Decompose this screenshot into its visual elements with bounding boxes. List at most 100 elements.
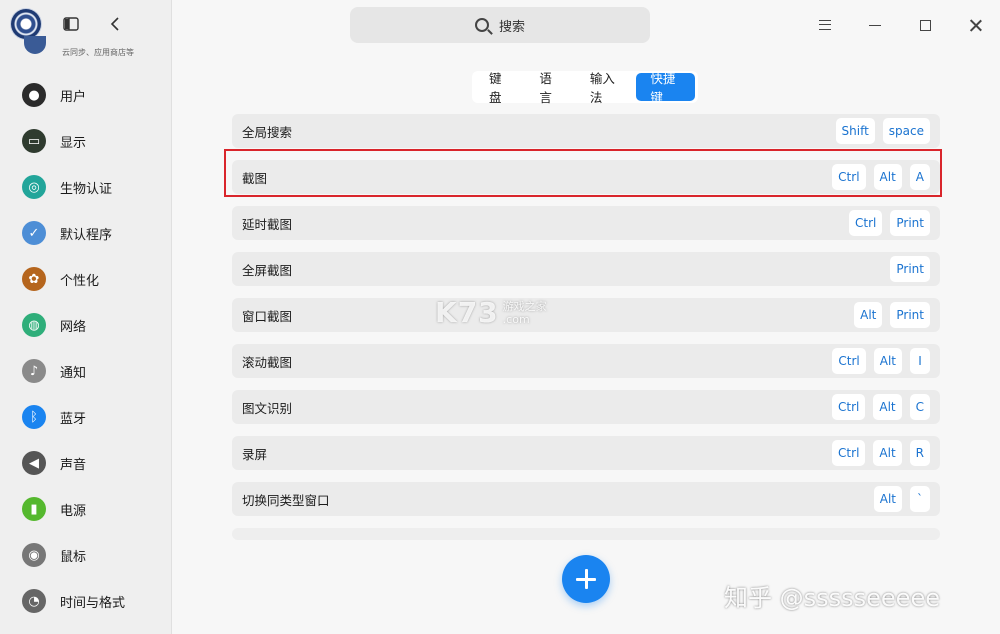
close-button[interactable]: [962, 12, 988, 38]
key-cap: Alt: [854, 302, 883, 328]
sidebar-item-9[interactable]: ▮ 电源: [0, 486, 172, 532]
sidebar-item-label: 蓝牙: [60, 411, 87, 427]
sidebar-item-4[interactable]: ✿ 个性化: [0, 256, 172, 302]
shortcut-row[interactable]: 录屏 Ctrl Alt R: [232, 436, 940, 470]
key-cap: A: [909, 164, 930, 190]
shortcut-name: 滚动截图: [242, 354, 293, 370]
hamburger-menu-icon: [819, 20, 831, 30]
minimize-button[interactable]: [862, 12, 888, 38]
minimize-icon: [869, 24, 881, 26]
maximize-button[interactable]: [912, 12, 938, 38]
clock-icon: ◔: [22, 589, 46, 613]
key-cap: Print: [890, 302, 930, 328]
mouse-icon: ◉: [22, 543, 46, 567]
sidebar-nav: ● 用户 ▭ 显示 ◎ 生物认证 ✓ 默认程序 ✿ 个性化 ◍ 网络 ♪ 通知 ᛒ 蓝牙 ◀ 声音 ▮ 电源 ◉ 鼠标 ◔ 时…: [0, 72, 172, 624]
shortcut-row[interactable]: 全屏截图 Print: [232, 252, 940, 286]
sidebar-item-0[interactable]: ● 用户: [0, 72, 172, 118]
search-input[interactable]: 搜索: [350, 7, 650, 43]
sidebar-item-label: 电源: [60, 503, 87, 519]
key-cap: `: [910, 486, 930, 512]
sidebar-item-7[interactable]: ᛒ 蓝牙: [0, 394, 172, 440]
shortcut-list: 全局搜索 Shift space 截图 Ctrl Alt A 延时截图 Ctrl Print 全屏截…: [232, 114, 940, 552]
user-icon: ●: [22, 83, 46, 107]
shortcut-keys[interactable]: Ctrl Alt R: [832, 440, 930, 466]
k73-watermark-logo: K73: [435, 296, 499, 329]
fingerprint-icon: ◎: [22, 175, 46, 199]
sidebar-item-label: 鼠标: [60, 549, 87, 565]
shortcut-keys[interactable]: Print: [890, 256, 930, 282]
sidebar-item-label: 声音: [60, 457, 87, 473]
sidebar-item-5[interactable]: ◍ 网络: [0, 302, 172, 348]
key-cap: Shift: [835, 118, 875, 144]
k73-watermark-sub: 游戏之家: [502, 299, 547, 313]
search-placeholder: 搜索: [498, 19, 525, 35]
tab-1[interactable]: 语言: [525, 71, 573, 105]
shortcut-row[interactable]: 切换同类型窗口 Alt `: [232, 482, 940, 516]
shortcut-keys[interactable]: Ctrl Alt A: [832, 164, 930, 190]
key-cap: Alt: [873, 486, 902, 512]
shortcut-keys[interactable]: Alt Print: [854, 302, 930, 328]
tab-2[interactable]: 输入法: [576, 71, 635, 105]
shortcut-row[interactable]: 滚动截图 Ctrl Alt I: [232, 344, 940, 378]
tab-0[interactable]: 键盘: [475, 71, 523, 105]
key-cap: Print: [890, 256, 930, 282]
monitor-icon: ▭: [22, 129, 46, 153]
palette-icon: ✿: [22, 267, 46, 291]
key-cap: space: [882, 118, 930, 144]
sidebar-item-8[interactable]: ◀ 声音: [0, 440, 172, 486]
key-cap: Ctrl: [849, 210, 883, 236]
back-chevron-icon[interactable]: [105, 14, 125, 34]
tab-3[interactable]: 快捷键: [636, 71, 695, 105]
menu-button[interactable]: [812, 12, 838, 38]
control-center-logo-icon: [11, 9, 41, 39]
bluetooth-icon: ᛒ: [22, 405, 46, 429]
zhihu-watermark: 知乎 @ssssseeeee: [724, 584, 940, 612]
main-panel: 搜索 键盘 语言 输入法 快捷键 全局搜索 Shift space 截图 Ctrl Alt A 延时…: [173, 0, 1000, 634]
sidebar-item-10[interactable]: ◉ 鼠标: [0, 532, 172, 578]
sidebar-item-label: 通知: [60, 365, 87, 381]
search-icon: [474, 18, 489, 32]
shortcut-keys[interactable]: Shift space: [835, 118, 930, 144]
sidebar-item-6[interactable]: ♪ 通知: [0, 348, 172, 394]
key-cap: Alt: [873, 348, 902, 374]
shortcut-keys[interactable]: Ctrl Alt C: [832, 394, 930, 420]
shortcut-name: 全屏截图: [242, 262, 293, 278]
sidebar-item-label: 默认程序: [60, 227, 113, 243]
shortcut-keys[interactable]: Ctrl Print: [849, 210, 930, 236]
account-avatar-icon[interactable]: [24, 36, 46, 54]
shortcut-name: 窗口截图: [242, 308, 293, 324]
plus-icon: [576, 569, 596, 589]
sidebar-item-label: 时间与格式: [60, 595, 126, 611]
sidebar-item-label: 显示: [60, 135, 87, 151]
settings-tabs: 键盘 语言 输入法 快捷键: [472, 71, 698, 105]
sidebar-item-label: 个性化: [60, 273, 100, 289]
shortcut-row[interactable]: 全局搜索 Shift space: [232, 114, 940, 148]
k73-watermark-text: 游戏之家 .com: [503, 300, 547, 326]
close-icon: [969, 19, 982, 32]
shortcut-row[interactable]: 图文识别 Ctrl Alt C: [232, 390, 940, 424]
shortcut-keys[interactable]: Alt `: [873, 486, 930, 512]
key-cap: Ctrl: [832, 440, 866, 466]
shortcut-keys[interactable]: Ctrl Alt I: [832, 348, 930, 374]
shortcut-row[interactable]: 截图 Ctrl Alt A: [232, 160, 940, 194]
sidebar-item-label: 生物认证: [60, 181, 113, 197]
shortcut-row-partial[interactable]: [232, 528, 940, 540]
sidebar-item-label: 用户: [60, 89, 87, 105]
shortcut-name: 录屏: [242, 446, 268, 462]
k73-watermark: K73 游戏之家 .com: [435, 296, 547, 329]
sidebar-toggle-icon[interactable]: [61, 14, 81, 34]
key-cap: Alt: [873, 394, 902, 420]
sidebar-item-3[interactable]: ✓ 默认程序: [0, 210, 172, 256]
maximize-icon: [919, 19, 931, 31]
sidebar-item-11[interactable]: ◔ 时间与格式: [0, 578, 172, 624]
shortcut-row[interactable]: 延时截图 Ctrl Print: [232, 206, 940, 240]
sidebar-item-1[interactable]: ▭ 显示: [0, 118, 172, 164]
sidebar-item-label: 网络: [60, 319, 87, 335]
battery-icon: ▮: [22, 497, 46, 521]
add-shortcut-button[interactable]: [562, 555, 610, 603]
sidebar-item-2[interactable]: ◎ 生物认证: [0, 164, 172, 210]
key-cap: Print: [890, 210, 930, 236]
k73-watermark-domain: .com: [502, 312, 530, 326]
shortcut-row[interactable]: 窗口截图 Alt Print: [232, 298, 940, 332]
key-cap: Alt: [873, 440, 902, 466]
